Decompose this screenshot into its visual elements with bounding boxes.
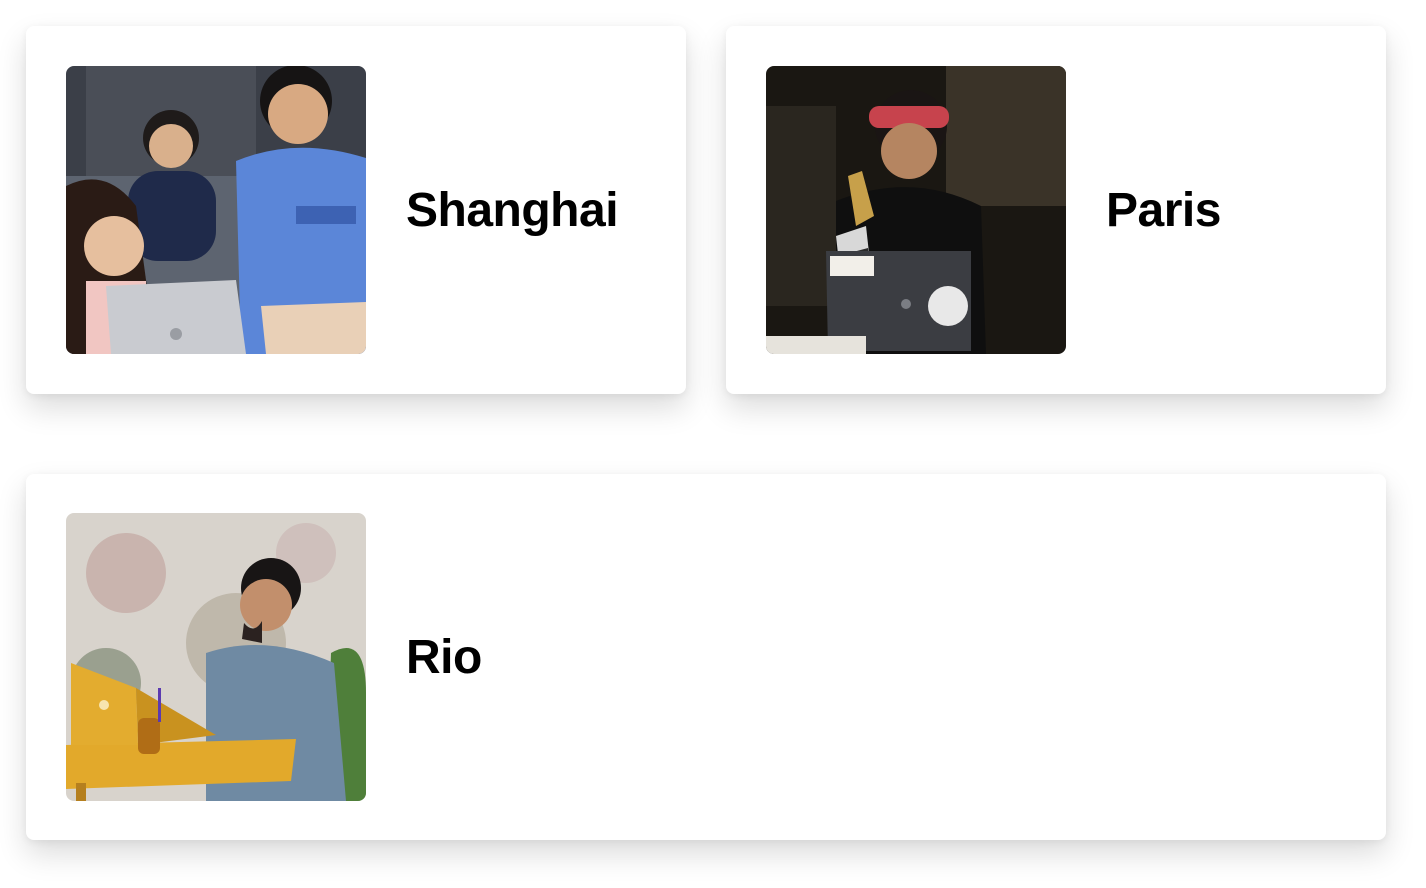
city-card-paris[interactable]: Paris xyxy=(726,26,1386,394)
city-name: Paris xyxy=(1106,183,1221,237)
city-name: Rio xyxy=(406,630,482,684)
team-coding-photo xyxy=(66,66,366,354)
city-card-rio[interactable]: Rio xyxy=(26,474,1386,840)
city-name: Shanghai xyxy=(406,183,619,237)
city-card-shanghai[interactable]: Shanghai xyxy=(26,26,686,394)
developer-laptop-photo xyxy=(766,66,1066,354)
outdoor-laptop-photo xyxy=(66,513,366,801)
